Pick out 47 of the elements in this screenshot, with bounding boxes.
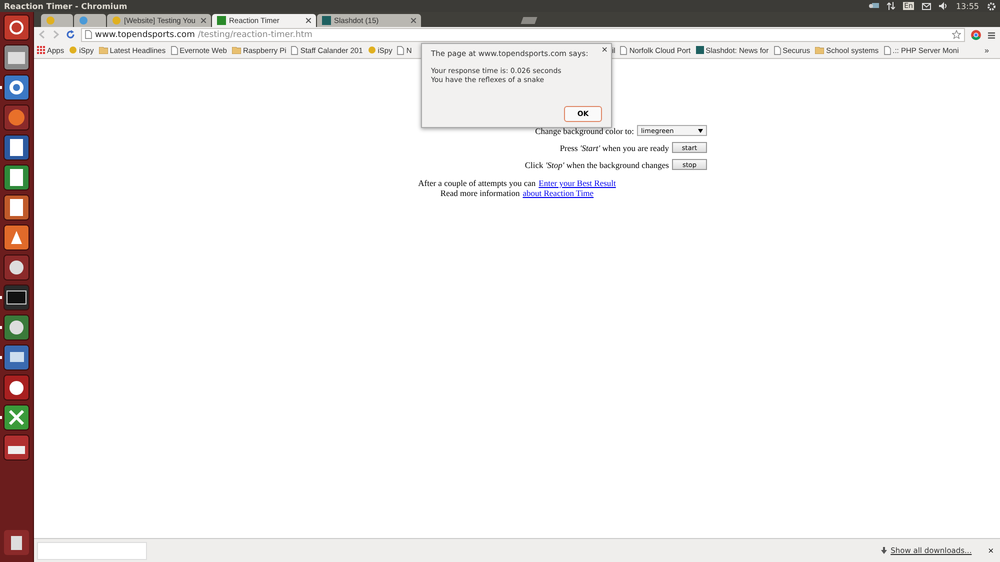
- transfer-arrows-icon[interactable]: [887, 2, 896, 10]
- browser-icon[interactable]: [3, 74, 30, 101]
- document-icon[interactable]: [3, 134, 30, 161]
- stop-instruction: Click 'Stop' when the background changes: [524, 160, 669, 170]
- folder-icon: [815, 46, 824, 54]
- close-icon[interactable]: [201, 18, 206, 23]
- envelope-icon[interactable]: [922, 2, 931, 10]
- drive-icon[interactable]: [3, 434, 30, 461]
- page-icon: [291, 46, 298, 54]
- result-text: After a couple of attempts you can: [418, 178, 536, 188]
- page-icon: [884, 46, 891, 54]
- speaker-icon[interactable]: [938, 2, 948, 10]
- download-arrow-icon: [880, 547, 887, 554]
- best-result-link[interactable]: Enter your Best Result: [538, 178, 616, 188]
- page-icon: [170, 46, 178, 54]
- menu-icon[interactable]: [987, 30, 996, 39]
- chrome-logo-icon[interactable]: [971, 30, 981, 40]
- page-icon: [620, 46, 628, 54]
- close-button[interactable]: ×: [601, 45, 608, 54]
- start-instruction: Press 'Start' when you are ready: [560, 142, 669, 152]
- close-icon[interactable]: [306, 18, 311, 23]
- gear-icon[interactable]: [987, 2, 996, 10]
- clock[interactable]: 13:55: [956, 2, 979, 10]
- drawer-icon[interactable]: [3, 44, 30, 71]
- close-icon[interactable]: [411, 18, 416, 23]
- presentation-icon[interactable]: [3, 194, 30, 221]
- x-letter-icon[interactable]: [3, 404, 30, 431]
- dropdown-arrow-icon: [698, 128, 703, 132]
- more-bookmarks-button[interactable]: »: [984, 46, 997, 54]
- info-text: Read more information: [440, 188, 520, 198]
- star-icon[interactable]: [952, 30, 961, 39]
- monitor-icon[interactable]: [3, 344, 30, 371]
- address-bar[interactable]: www.topendsports.com /testing/reaction-timer.htm: [81, 28, 965, 42]
- reload-icon[interactable]: [66, 30, 75, 39]
- page-icon: [774, 46, 781, 54]
- color-label: Change background color to:: [535, 126, 634, 136]
- page-icon: [397, 46, 404, 54]
- page-icon: [85, 30, 92, 39]
- trash-icon[interactable]: [3, 529, 30, 556]
- ubuntu-logo-icon[interactable]: [3, 14, 30, 41]
- spreadsheet-icon[interactable]: [3, 164, 30, 191]
- folder-icon: [232, 46, 241, 54]
- new-tab-button[interactable]: [520, 17, 538, 24]
- terminal-icon[interactable]: [3, 284, 30, 311]
- window-title: Reaction Timer - Chromium: [4, 2, 128, 10]
- reaction-time-link[interactable]: about Reaction Time: [522, 188, 594, 198]
- folder-icon: [98, 46, 108, 54]
